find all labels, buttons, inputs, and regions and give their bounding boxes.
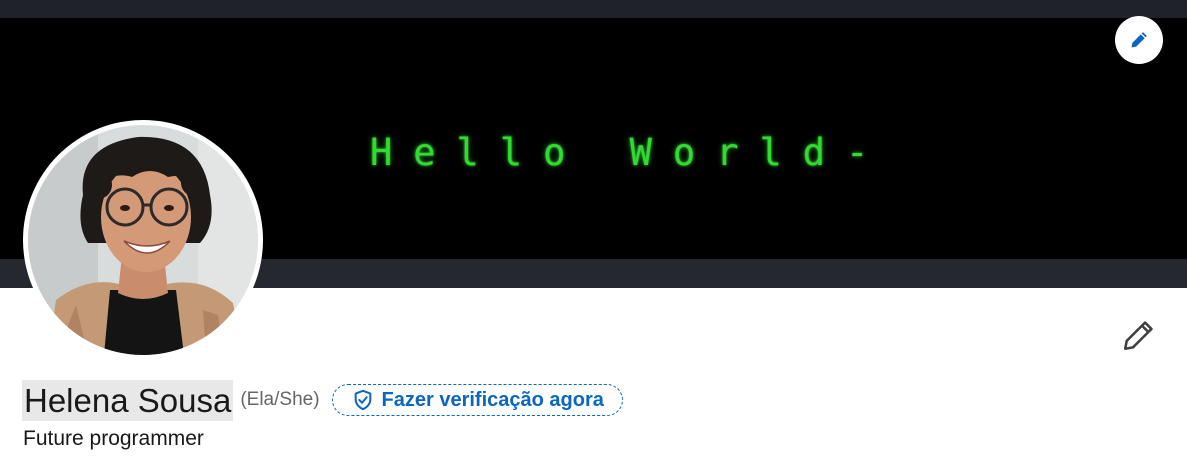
verify-now-button[interactable]: Fazer verificação agora: [331, 384, 623, 416]
pronouns: (Ela/She): [240, 389, 320, 410]
pencil-icon: [1123, 321, 1153, 351]
name-row: Helena Sousa (Ela/She) Fazer verificação…: [22, 378, 623, 422]
cover-text: Hello World-: [370, 131, 890, 174]
profile-top-card: Hello World- Helena Sousa (Ela/She) Faze…: [0, 0, 1187, 462]
profile-photo: [28, 125, 258, 355]
profile-name: Helena Sousa: [22, 379, 234, 421]
shield-check-icon: [352, 389, 374, 411]
profile-headline: Future programmer: [23, 427, 204, 450]
pencil-icon: [1131, 32, 1147, 48]
edit-profile-button[interactable]: [1118, 316, 1158, 356]
avatar[interactable]: [23, 120, 263, 360]
edit-cover-button[interactable]: [1115, 16, 1163, 64]
verify-now-label: Fazer verificação agora: [381, 388, 604, 411]
